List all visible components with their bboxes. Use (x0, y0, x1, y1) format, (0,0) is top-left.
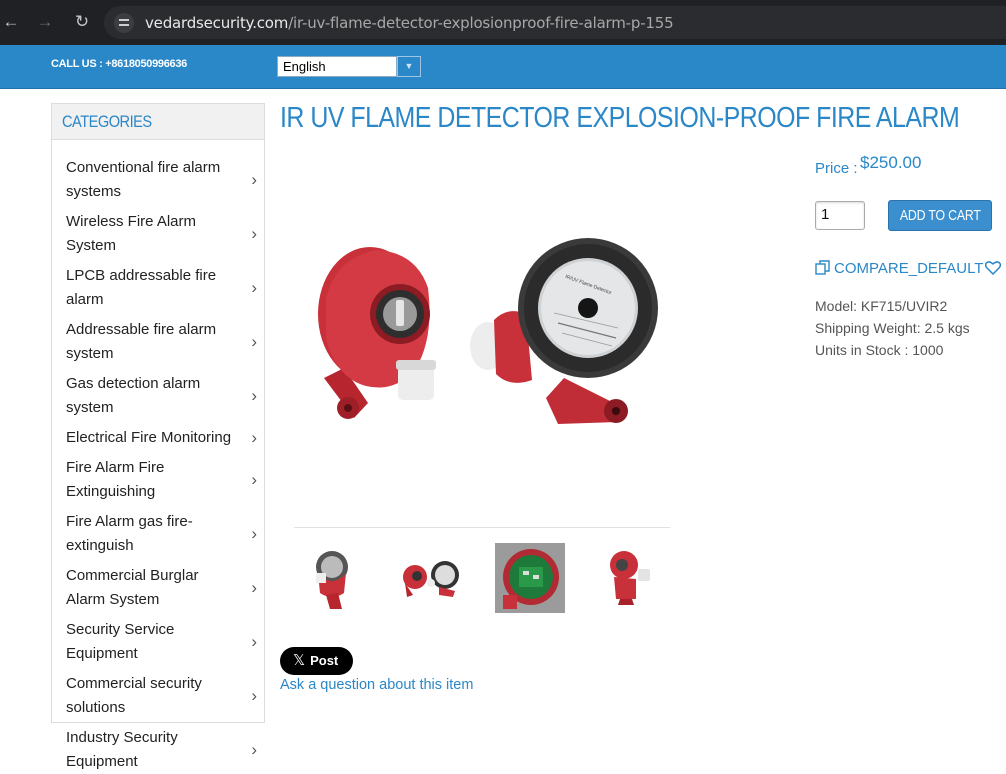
reload-icon[interactable]: ↻ (71, 11, 93, 33)
gallery-divider (294, 527, 670, 528)
compare-icon (815, 260, 830, 275)
category-label[interactable]: Fire Alarm gas fire-extinguish (66, 513, 193, 554)
address-bar[interactable]: vedardsecurity.com/ir-uv-flame-detector-… (104, 6, 1006, 39)
forward-arrow-icon[interactable]: → (34, 11, 56, 33)
compare-link[interactable]: COMPARE_DEFAULT (815, 260, 983, 277)
call-us-text: CALL US : +8618050996636 (51, 58, 187, 70)
x-post-button[interactable]: 𝕏 Post (280, 647, 353, 675)
compare-label: COMPARE_DEFAULT (834, 260, 984, 277)
price-value: $250.00 (860, 153, 922, 172)
stock-text: Units in Stock : 1000 (815, 342, 944, 358)
left-detector-drawing (318, 247, 436, 419)
category-item[interactable]: Electrical Fire Monitoring › (52, 426, 264, 450)
category-item[interactable]: Fire Alarm gas fire-extinguish › (52, 510, 264, 558)
back-arrow-icon[interactable]: ← (0, 11, 22, 33)
chevron-right-icon[interactable]: › (251, 740, 257, 760)
category-label[interactable]: Industry Security Equipment (66, 729, 178, 770)
chevron-right-icon[interactable]: › (251, 170, 257, 190)
category-label[interactable]: Security Service Equipment (66, 621, 174, 662)
category-item[interactable]: LPCB addressable fire alarm › (52, 264, 264, 312)
add-to-cart-button[interactable]: ADD TO CART (888, 200, 992, 231)
sidebar-title: CATEGORIES (62, 112, 152, 131)
url-text[interactable]: vedardsecurity.com/ir-uv-flame-detector-… (145, 14, 674, 32)
chevron-right-icon[interactable]: › (251, 224, 257, 244)
product-thumbnail-3[interactable] (495, 543, 565, 613)
category-label[interactable]: Commercial security solutions (66, 675, 202, 716)
category-item[interactable]: Conventional fire alarm systems › (52, 156, 264, 204)
category-label[interactable]: Commercial Burglar Alarm System (66, 567, 199, 608)
heart-icon[interactable] (985, 261, 1001, 275)
x-logo-icon: 𝕏 (293, 652, 306, 669)
chevron-right-icon[interactable]: › (251, 332, 257, 352)
model-text: Model: KF715/UVIR2 (815, 298, 948, 314)
chevron-right-icon[interactable]: › (251, 470, 257, 490)
category-label[interactable]: Fire Alarm Fire Extinguishing (66, 459, 164, 500)
quantity-input[interactable]: 1 (815, 201, 865, 230)
category-label[interactable]: Conventional fire alarm systems (66, 159, 220, 200)
category-item[interactable]: Industry Security Equipment › (52, 726, 264, 774)
url-domain: vedardsecurity.com (145, 14, 289, 32)
chevron-down-icon[interactable]: ▼ (397, 56, 421, 77)
category-label[interactable]: LPCB addressable fire alarm (66, 267, 216, 308)
sidebar-header: CATEGORIES (52, 104, 264, 140)
chevron-right-icon[interactable]: › (251, 386, 257, 406)
chevron-right-icon[interactable]: › (251, 428, 257, 448)
browser-toolbar: ← → ↻ vedardsecurity.com/ir-uv-flame-det… (0, 0, 1006, 45)
category-label[interactable]: Gas detection alarm system (66, 375, 200, 416)
category-item[interactable]: Gas detection alarm system › (52, 372, 264, 420)
category-item[interactable]: Wireless Fire Alarm System › (52, 210, 264, 258)
chevron-right-icon[interactable]: › (251, 278, 257, 298)
category-item[interactable]: Commercial security solutions › (52, 672, 264, 720)
product-title: IR UV FLAME DETECTOR EXPLOSION-PROOF FIR… (280, 102, 960, 134)
shipping-weight-text: Shipping Weight: 2.5 kgs (815, 320, 970, 336)
category-label[interactable]: Wireless Fire Alarm System (66, 213, 196, 254)
chevron-right-icon[interactable]: › (251, 578, 257, 598)
url-path: /ir-uv-flame-detector-explosionproof-fir… (288, 14, 674, 32)
category-item[interactable]: Commercial Burglar Alarm System › (52, 564, 264, 612)
add-to-cart-label: ADD TO CART (899, 207, 981, 224)
category-item[interactable]: Security Service Equipment › (52, 618, 264, 666)
product-main-image[interactable]: IR/UV Flame Detector (296, 228, 676, 446)
right-detector-drawing: IR/UV Flame Detector (470, 238, 658, 424)
product-thumbnail-1[interactable] (296, 543, 366, 613)
categories-sidebar: CATEGORIES Conventional fire alarm syste… (51, 103, 265, 770)
post-label: Post (310, 653, 339, 668)
category-label[interactable]: Electrical Fire Monitoring (66, 429, 231, 446)
chevron-right-icon[interactable]: › (251, 686, 257, 706)
category-list: Conventional fire alarm systems › Wireles… (52, 140, 264, 774)
site-settings-icon[interactable] (114, 13, 134, 33)
chevron-right-icon[interactable]: › (251, 632, 257, 652)
ask-question-link[interactable]: Ask a question about this item (280, 677, 473, 693)
chevron-right-icon[interactable]: › (251, 524, 257, 544)
language-select[interactable]: English (277, 56, 397, 77)
price-label: Price : (815, 160, 858, 177)
product-thumbnail-4[interactable] (596, 543, 666, 613)
category-label[interactable]: Addressable fire alarm system (66, 321, 216, 362)
site-topbar: CALL US : +8618050996636 English ▼ (0, 45, 1006, 89)
product-thumbnail-2[interactable] (395, 543, 465, 613)
category-item[interactable]: Addressable fire alarm system › (52, 318, 264, 366)
category-item[interactable]: Fire Alarm Fire Extinguishing › (52, 456, 264, 504)
